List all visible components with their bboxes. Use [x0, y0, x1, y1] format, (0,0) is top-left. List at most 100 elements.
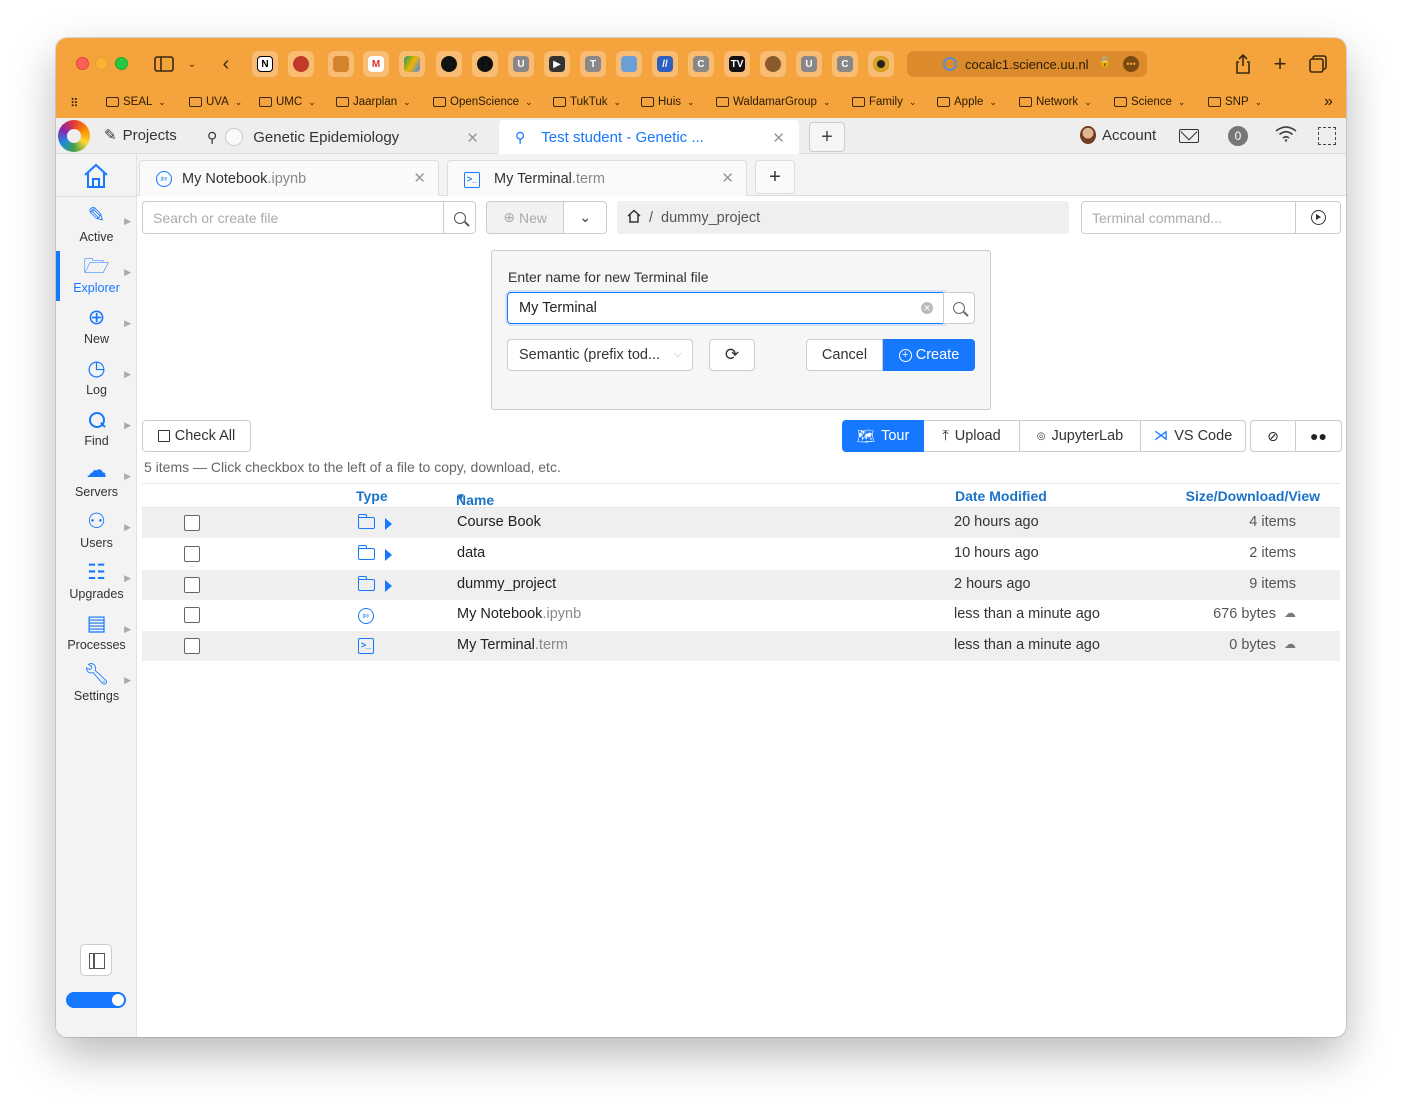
bookmark-folder-jaarplan[interactable]: Jaarplan ⌄: [336, 96, 411, 108]
file-name[interactable]: dummy_project: [457, 576, 556, 592]
chevron-down-icon[interactable]: ⌄: [180, 52, 204, 76]
bookmark-favicon-icon[interactable]: ▶: [544, 51, 570, 77]
bookmark-favicon-icon[interactable]: [868, 51, 894, 77]
caret-right-icon[interactable]: [385, 580, 392, 592]
bookmark-favicon-icon[interactable]: [616, 51, 642, 77]
sort-by-size[interactable]: Size/Download/View: [1186, 488, 1320, 504]
caret-right-icon[interactable]: [385, 518, 392, 530]
jupyterlab-button[interactable]: ◎ JupyterLab: [1020, 420, 1141, 452]
terminal-command-input[interactable]: [1082, 202, 1294, 233]
notion-icon[interactable]: N: [252, 51, 278, 77]
back-icon[interactable]: ‹: [214, 52, 238, 76]
file-name[interactable]: Course Book: [457, 514, 541, 530]
new-tab-icon[interactable]: +: [1268, 51, 1292, 76]
file-tab-notebook[interactable]: jpy My Notebook .ipynb ✕: [139, 160, 439, 196]
sidebar-item-active[interactable]: ✎ Active ▶: [56, 200, 137, 251]
bookmark-favicon-icon[interactable]: [760, 51, 786, 77]
home-icon[interactable]: [82, 162, 110, 190]
table-row[interactable]: dummy_project 2 hours ago 9 items: [142, 570, 1340, 600]
gmail-icon[interactable]: M: [363, 51, 389, 77]
bookmark-folder-umc[interactable]: UMC ⌄: [259, 96, 316, 108]
tour-button[interactable]: 🗺︎ Tour: [842, 420, 924, 452]
regenerate-name-button[interactable]: ⟳: [709, 339, 755, 371]
bookmark-folder-seal[interactable]: SEAL ⌄: [106, 96, 166, 108]
sidebar-item-log[interactable]: ◷ Log ▶: [56, 353, 137, 404]
naming-mode-select[interactable]: Semantic (prefix tod... ⌵: [507, 339, 693, 371]
address-bar[interactable]: cocalc1.science.uu.nl 🔒 •••: [907, 51, 1147, 77]
file-name[interactable]: My Notebook.ipynb: [457, 606, 581, 622]
fullscreen-icon[interactable]: [1318, 127, 1336, 145]
bookmark-folder-science[interactable]: Science ⌄: [1114, 96, 1185, 108]
tab-overview-icon[interactable]: [1306, 52, 1330, 76]
vscode-button[interactable]: ⋊ VS Code: [1141, 420, 1246, 452]
sidebar-item-explorer[interactable]: 🗁 Explorer ▶: [56, 251, 137, 302]
bookmark-folder-openscience[interactable]: OpenScience ⌄: [433, 96, 533, 108]
row-checkbox[interactable]: [184, 607, 200, 623]
check-all-button[interactable]: Check All: [142, 420, 251, 452]
sidebar-item-processes[interactable]: ▤ Processes ▶: [56, 608, 137, 659]
search-button[interactable]: [443, 202, 475, 233]
mail-icon[interactable]: [1179, 129, 1199, 143]
search-input[interactable]: [143, 202, 441, 233]
create-button[interactable]: + Create: [883, 339, 975, 371]
cocalc-logo[interactable]: [58, 120, 90, 152]
sidebar-item-upgrades[interactable]: ☷ Upgrades ▶: [56, 557, 137, 608]
clear-input-icon[interactable]: ✕: [921, 302, 933, 314]
file-name[interactable]: My Terminal.term: [457, 637, 568, 653]
bookmark-folder-snp[interactable]: SNP ⌄: [1208, 96, 1262, 108]
bookmark-favicon-icon[interactable]: TV: [724, 51, 750, 77]
layout-toggle-button[interactable]: [80, 944, 112, 976]
sort-by-date[interactable]: Date Modified: [955, 488, 1047, 504]
breadcrumb-current-folder[interactable]: dummy_project: [661, 210, 760, 226]
github-icon[interactable]: [436, 51, 462, 77]
maximize-window-button[interactable]: [115, 57, 128, 70]
bookmark-favicon-icon[interactable]: //: [652, 51, 678, 77]
sidebar-compact-toggle[interactable]: [66, 992, 126, 1008]
bookmark-folder-waldamargroup[interactable]: WaldamarGroup ⌄: [716, 96, 830, 108]
close-icon[interactable]: ✕: [466, 129, 479, 147]
account-button[interactable]: Account: [1080, 126, 1156, 144]
bookmark-folder-huis[interactable]: Huis ⌄: [641, 96, 695, 108]
new-button[interactable]: ⊕ New: [487, 202, 565, 233]
table-row[interactable]: >_ My Terminal.term less than a minute a…: [142, 631, 1340, 661]
sidebar-toggle-icon[interactable]: [152, 52, 176, 76]
close-icon[interactable]: ✕: [413, 169, 426, 187]
bookmark-favicon-icon[interactable]: [288, 51, 314, 77]
cloud-download-icon[interactable]: ☁: [1284, 606, 1296, 620]
sidebar-item-new[interactable]: ⊕ New ▶: [56, 302, 137, 353]
wifi-icon[interactable]: [1275, 126, 1297, 147]
more-icon[interactable]: •••: [1123, 56, 1139, 72]
bookmark-favicon-icon[interactable]: C: [688, 51, 714, 77]
notifications-badge[interactable]: 0: [1228, 126, 1248, 146]
close-window-button[interactable]: [76, 57, 89, 70]
sidebar-item-users[interactable]: ⚇ Users ▶: [56, 506, 137, 557]
add-project-tab-button[interactable]: +: [809, 122, 845, 152]
bookmark-favicon-icon[interactable]: U: [796, 51, 822, 77]
new-dropdown-button[interactable]: ⌄: [564, 202, 606, 233]
table-row[interactable]: data 10 hours ago 2 items: [142, 539, 1340, 569]
sort-by-type[interactable]: Type: [356, 488, 388, 504]
close-icon[interactable]: ✕: [721, 169, 734, 187]
project-tab-genetic-epidemiology[interactable]: ⚲ Genetic Epidemiology ✕: [193, 120, 493, 154]
bookmark-folder-tuktuk[interactable]: TukTuk ⌄: [553, 96, 621, 108]
home-icon[interactable]: [627, 208, 641, 227]
table-row[interactable]: Course Book 20 hours ago 4 items: [142, 508, 1340, 538]
file-tab-terminal[interactable]: >_ My Terminal .term ✕: [447, 160, 747, 196]
share-icon[interactable]: [1231, 52, 1255, 76]
table-row[interactable]: jpy My Notebook.ipynb less than a minute…: [142, 600, 1340, 630]
sidebar-item-find[interactable]: Find ▶: [56, 404, 137, 455]
masked-files-button[interactable]: ●●: [1296, 420, 1342, 452]
bookmark-favicon-icon[interactable]: T: [580, 51, 606, 77]
row-checkbox[interactable]: [184, 546, 200, 562]
sidebar-item-servers[interactable]: ☁ Servers ▶: [56, 455, 137, 506]
cloud-download-icon[interactable]: ☁: [1284, 637, 1296, 651]
upload-button[interactable]: ⤒ Upload: [924, 420, 1020, 452]
filename-input[interactable]: [508, 293, 908, 323]
minimize-window-button[interactable]: [95, 57, 108, 70]
cancel-button[interactable]: Cancel: [806, 339, 883, 371]
bookmark-folder-family[interactable]: Family ⌄: [852, 96, 916, 108]
github-icon[interactable]: [472, 51, 498, 77]
more-bookmarks-icon[interactable]: »: [1324, 93, 1333, 111]
apps-grid-icon[interactable]: ⠿: [70, 96, 78, 110]
projects-button[interactable]: ✎ Projects: [104, 126, 177, 145]
